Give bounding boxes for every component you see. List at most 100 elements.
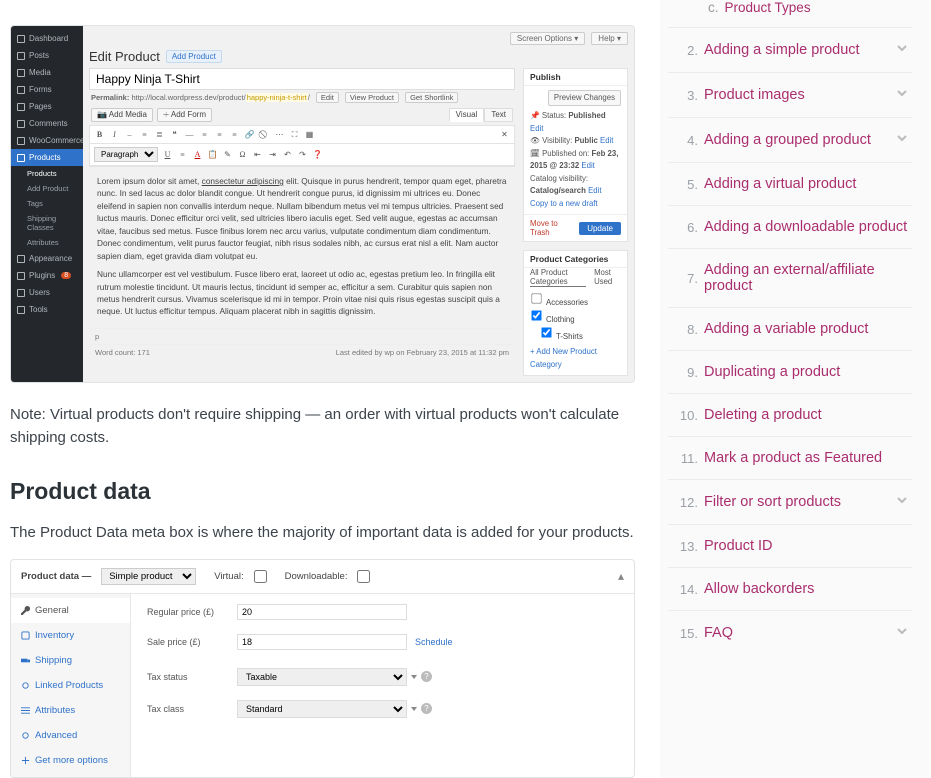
menu-woocommerce[interactable]: WooCommerce <box>11 132 83 149</box>
menu-forms[interactable]: Forms <box>11 81 83 98</box>
permalink-view-button[interactable]: View Product <box>345 92 399 103</box>
toc-item[interactable]: 7.Adding an external/affiliate product <box>668 248 912 307</box>
tax-class-select[interactable]: Standard <box>237 700 407 718</box>
regular-price-input[interactable] <box>237 604 407 620</box>
toc-item[interactable]: 13.Product ID <box>668 524 912 567</box>
outdent-icon[interactable]: ⇤ <box>252 149 263 160</box>
toc-item[interactable]: 3.Product images <box>668 72 912 117</box>
menu-posts[interactable]: Posts <box>11 47 83 64</box>
virtual-checkbox[interactable] <box>254 570 267 583</box>
special-char-icon[interactable]: Ω <box>237 149 248 160</box>
toc-item[interactable]: 10.Deleting a product <box>668 393 912 436</box>
toc-item[interactable]: 14.Allow backorders <box>668 567 912 610</box>
cat-tab-mostused[interactable]: Most Used <box>594 268 621 287</box>
underline-icon[interactable]: U <box>162 149 173 160</box>
toc-item[interactable]: 2.Adding a simple product <box>668 27 912 72</box>
sale-price-input[interactable] <box>237 634 407 650</box>
strike-icon[interactable]: ‒ <box>124 129 135 140</box>
pd-tab-attributes[interactable]: Attributes <box>11 698 130 723</box>
quote-icon[interactable]: ❝ <box>169 129 180 140</box>
menu-dashboard[interactable]: Dashboard <box>11 30 83 47</box>
status-edit-link[interactable]: Edit <box>530 124 543 133</box>
product-type-select[interactable]: Simple product <box>101 568 196 585</box>
permalink-shortlink-button[interactable]: Get Shortlink <box>405 92 458 103</box>
move-to-trash-link[interactable]: Move to Trash <box>530 219 579 237</box>
more-icon[interactable]: ⋯ <box>274 129 285 140</box>
update-button[interactable]: Update <box>579 222 621 235</box>
submenu-attributes[interactable]: Attributes <box>11 235 83 250</box>
align-right-icon[interactable]: ≡ <box>229 129 240 140</box>
bold-icon[interactable]: B <box>94 129 105 140</box>
toc-sub-item[interactable]: c.Product Types <box>668 0 912 23</box>
menu-products[interactable]: Products <box>11 149 83 166</box>
cat-tab-all[interactable]: All Product Categories <box>530 268 586 287</box>
textcolor-icon[interactable]: A <box>192 149 203 160</box>
menu-appearance[interactable]: Appearance <box>11 250 83 267</box>
undo-icon[interactable]: ↶ <box>282 149 293 160</box>
toc-item[interactable]: 11.Mark a product as Featured <box>668 436 912 479</box>
toc-item[interactable]: 15.FAQ <box>668 610 912 655</box>
toc-item[interactable]: 6.Adding a downloadable product <box>668 205 912 248</box>
menu-pages[interactable]: Pages <box>11 98 83 115</box>
help-tip-icon[interactable]: ? <box>421 703 432 714</box>
copy-draft-link[interactable]: Copy to a new draft <box>530 199 598 208</box>
toc-item[interactable]: 5.Adding a virtual product <box>668 162 912 205</box>
add-product-button[interactable]: Add Product <box>166 50 222 63</box>
collapse-icon[interactable]: ▴ <box>618 569 624 583</box>
kitchensink-icon[interactable]: ▦ <box>304 129 315 140</box>
paste-text-icon[interactable]: 📋 <box>207 149 218 160</box>
menu-tools[interactable]: Tools <box>11 301 83 318</box>
permalink-edit-button[interactable]: Edit <box>316 92 339 103</box>
cat-tshirts[interactable]: T-Shirts <box>524 325 627 342</box>
menu-media[interactable]: Media <box>11 64 83 81</box>
distraction-free-icon[interactable]: ✕ <box>499 129 510 140</box>
editor-tab-text[interactable]: Text <box>484 108 513 122</box>
screen-options-button[interactable]: Screen Options ▾ <box>510 32 585 45</box>
redo-icon[interactable]: ↷ <box>297 149 308 160</box>
catalogvis-edit-link[interactable]: Edit <box>588 186 601 195</box>
toc-item[interactable]: 4.Adding a grouped product <box>668 117 912 162</box>
help-button[interactable]: Help ▾ <box>591 32 628 45</box>
link-icon[interactable]: 🔗 <box>244 129 255 140</box>
product-title-input[interactable] <box>89 68 515 90</box>
toc-item[interactable]: 9.Duplicating a product <box>668 350 912 393</box>
menu-users[interactable]: Users <box>11 284 83 301</box>
menu-plugins[interactable]: Plugins8 <box>11 267 83 284</box>
schedule-link[interactable]: Schedule <box>415 637 453 647</box>
pd-tab-more[interactable]: Get more options <box>11 748 130 773</box>
toc-item[interactable]: 12.Filter or sort products <box>668 479 912 524</box>
pd-tab-general[interactable]: General <box>11 598 130 623</box>
submenu-shipping-classes[interactable]: Shipping Classes <box>11 211 83 235</box>
unlink-icon[interactable]: ⃠ <box>259 129 270 140</box>
format-select[interactable]: Paragraph <box>94 147 158 162</box>
toc-item[interactable]: 8.Adding a variable product <box>668 307 912 350</box>
editor-tab-visual[interactable]: Visual <box>449 108 485 122</box>
indent-icon[interactable]: ⇥ <box>267 149 278 160</box>
clear-format-icon[interactable]: ✎ <box>222 149 233 160</box>
pd-tab-linked[interactable]: Linked Products <box>11 673 130 698</box>
pd-tab-inventory[interactable]: Inventory <box>11 623 130 648</box>
submenu-products[interactable]: Products <box>11 166 83 181</box>
editor-content[interactable]: Lorem ipsum dolor sit amet, consectetur … <box>89 166 515 328</box>
bullet-list-icon[interactable]: ≡ <box>139 129 150 140</box>
pd-tab-advanced[interactable]: Advanced <box>11 723 130 748</box>
tax-status-select[interactable]: Taxable <box>237 668 407 686</box>
help-icon[interactable]: ❓ <box>312 149 323 160</box>
visibility-edit-link[interactable]: Edit <box>600 136 613 145</box>
submenu-tags[interactable]: Tags <box>11 196 83 211</box>
number-list-icon[interactable]: ≣ <box>154 129 165 140</box>
menu-comments[interactable]: Comments <box>11 115 83 132</box>
preview-changes-button[interactable]: Preview Changes <box>548 90 621 106</box>
add-media-button[interactable]: 📷 Add Media <box>91 108 153 122</box>
cat-accessories[interactable]: Accessories <box>524 291 627 308</box>
cat-clothing[interactable]: Clothing <box>524 308 627 325</box>
add-new-category-link[interactable]: + Add New Product Category <box>530 347 597 368</box>
downloadable-checkbox[interactable] <box>357 570 370 583</box>
fullscreen-icon[interactable]: ⛶ <box>289 129 300 140</box>
help-tip-icon[interactable]: ? <box>421 671 432 682</box>
add-form-button[interactable]: 🞡 Add Form <box>157 108 212 122</box>
submenu-add-product[interactable]: Add Product <box>11 181 83 196</box>
pd-tab-shipping[interactable]: Shipping <box>11 648 130 673</box>
justify-icon[interactable]: ≡ <box>177 149 188 160</box>
italic-icon[interactable]: I <box>109 129 120 140</box>
